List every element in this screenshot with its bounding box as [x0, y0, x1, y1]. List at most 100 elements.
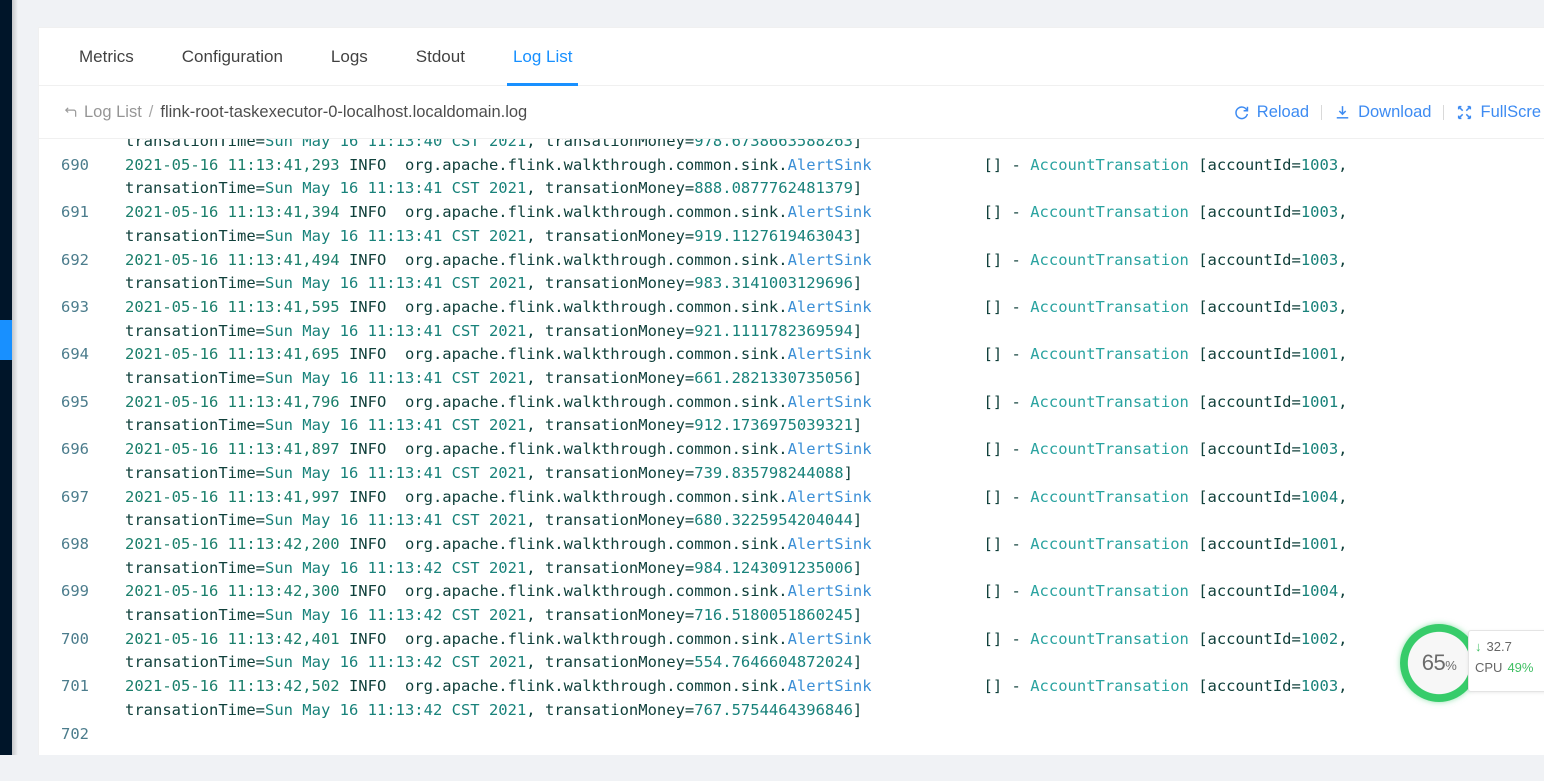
log-level: INFO	[349, 251, 405, 269]
refresh-icon	[1233, 104, 1250, 121]
transaction-time-value: Sun May 16 11:13:42 CST 2021	[265, 701, 526, 719]
transaction-money-value: 739.835798244088	[694, 464, 843, 482]
log-account-id-label: [accountId=	[1189, 345, 1301, 363]
log-entity-name: AccountTransation	[1030, 203, 1189, 221]
tab-bar: Metrics Configuration Logs Stdout Log Li…	[39, 28, 1544, 86]
transaction-money-value: 680.3225954204044	[694, 511, 853, 529]
log-line: 6992021-05-16 11:13:42,300 INFO org.apac…	[39, 580, 1544, 604]
log-account-id-label: [accountId=	[1189, 251, 1301, 269]
breadcrumb-parent-label: Log List	[84, 103, 142, 122]
log-line: 6932021-05-16 11:13:41,595 INFO org.apac…	[39, 296, 1544, 320]
log-line-continuation: transationTime=Sun May 16 11:13:42 CST 2…	[39, 604, 1544, 628]
line-number: 691	[39, 201, 97, 225]
transaction-close-bracket: ]	[853, 559, 862, 577]
transaction-close-bracket: ]	[853, 511, 862, 529]
breadcrumb-back-link[interactable]: Log List	[63, 103, 142, 122]
log-logger-package: org.apache.flink.walkthrough.common.sink…	[405, 298, 788, 316]
transaction-money-label: , transationMoney=	[526, 139, 694, 150]
log-line: 6972021-05-16 11:13:41,997 INFO org.apac…	[39, 486, 1544, 510]
log-entity-name: AccountTransation	[1030, 630, 1189, 648]
page-bottom-strip	[0, 755, 1544, 781]
log-level: INFO	[349, 440, 405, 458]
log-thread-marker: [] -	[872, 488, 1031, 506]
tab-log-list[interactable]: Log List	[497, 28, 589, 85]
log-thread-marker: [] -	[872, 203, 1031, 221]
log-thread-marker: [] -	[872, 298, 1031, 316]
transaction-close-bracket: ]	[844, 464, 853, 482]
tab-metrics[interactable]: Metrics	[63, 28, 150, 85]
log-account-id-label: [accountId=	[1189, 582, 1301, 600]
transaction-money-value: 921.1111782369594	[694, 322, 853, 340]
transaction-money-value: 978.6738663588263	[694, 139, 853, 150]
transaction-money-label: , transationMoney=	[526, 653, 694, 671]
log-trailing-comma: ,	[1338, 393, 1347, 411]
transaction-money-value: 919.1127619463043	[694, 227, 853, 245]
log-entity-name: AccountTransation	[1030, 535, 1189, 553]
download-button[interactable]: Download	[1322, 103, 1443, 122]
transaction-close-bracket: ]	[853, 369, 862, 387]
log-logger-class: AlertSink	[788, 393, 872, 411]
tab-log-list-label: Log List	[513, 47, 573, 67]
log-timestamp: 2021-05-16 11:13:42,300	[125, 582, 349, 600]
log-content-area[interactable]: transationTime=Sun May 16 11:13:40 CST 2…	[39, 139, 1544, 755]
log-line-continuation: transationTime=Sun May 16 11:13:42 CST 2…	[39, 699, 1544, 723]
log-trailing-comma: ,	[1338, 345, 1347, 363]
log-line: 6952021-05-16 11:13:41,796 INFO org.apac…	[39, 391, 1544, 415]
tab-stdout[interactable]: Stdout	[400, 28, 481, 85]
transaction-time-value: Sun May 16 11:13:42 CST 2021	[265, 653, 526, 671]
log-line-content: 2021-05-16 11:13:41,796 INFO org.apache.…	[97, 391, 1544, 415]
log-logger-class: AlertSink	[788, 251, 872, 269]
log-entity-name: AccountTransation	[1030, 488, 1189, 506]
log-logger-class: AlertSink	[788, 488, 872, 506]
line-number: 698	[39, 533, 97, 557]
log-trailing-comma: ,	[1338, 203, 1347, 221]
log-account-id-label: [accountId=	[1189, 630, 1301, 648]
log-line-content: 2021-05-16 11:13:41,293 INFO org.apache.…	[97, 154, 1544, 178]
tab-logs[interactable]: Logs	[315, 28, 384, 85]
transaction-money-value: 554.7646604872024	[694, 653, 853, 671]
transaction-time-value: Sun May 16 11:13:42 CST 2021	[265, 606, 526, 624]
log-account-id-value: 1003	[1301, 298, 1338, 316]
log-line-content: 2021-05-16 11:13:41,494 INFO org.apache.…	[97, 249, 1544, 273]
log-account-id-label: [accountId=	[1189, 393, 1301, 411]
log-trailing-comma: ,	[1338, 582, 1347, 600]
log-thread-marker: [] -	[872, 345, 1031, 363]
log-line-content: 2021-05-16 11:13:42,401 INFO org.apache.…	[97, 628, 1544, 652]
log-trailing-comma: ,	[1338, 156, 1347, 174]
line-number: 690	[39, 154, 97, 178]
log-trailing-comma: ,	[1338, 677, 1347, 695]
log-level: INFO	[349, 203, 405, 221]
log-thread-marker: [] -	[872, 630, 1031, 648]
log-line: 7002021-05-16 11:13:42,401 INFO org.apac…	[39, 628, 1544, 652]
log-level: INFO	[349, 677, 405, 695]
line-number: 692	[39, 249, 97, 273]
log-account-id-value: 1003	[1301, 251, 1338, 269]
app-navigation-rail[interactable]	[0, 0, 12, 781]
transaction-time-value: Sun May 16 11:13:41 CST 2021	[265, 464, 526, 482]
log-timestamp: 2021-05-16 11:13:41,796	[125, 393, 349, 411]
tab-configuration[interactable]: Configuration	[166, 28, 299, 85]
log-continuation-content: transationTime=Sun May 16 11:13:40 CST 2…	[97, 139, 1544, 154]
log-logger-package: org.apache.flink.walkthrough.common.sink…	[405, 156, 788, 174]
log-continuation-content: transationTime=Sun May 16 11:13:41 CST 2…	[97, 462, 1544, 486]
log-entity-name: AccountTransation	[1030, 582, 1189, 600]
fullscreen-button[interactable]: FullScre	[1444, 103, 1544, 122]
log-account-id-value: 1003	[1301, 203, 1338, 221]
log-logger-package: org.apache.flink.walkthrough.common.sink…	[405, 630, 788, 648]
reload-button[interactable]: Reload	[1221, 103, 1321, 122]
transaction-money-value: 984.1243091235006	[694, 559, 853, 577]
line-number: 697	[39, 486, 97, 510]
log-line: 6962021-05-16 11:13:41,897 INFO org.apac…	[39, 438, 1544, 462]
log-logger-class: AlertSink	[788, 156, 872, 174]
transaction-money-label: , transationMoney=	[526, 606, 694, 624]
log-account-id-value: 1001	[1301, 393, 1338, 411]
nav-item-active[interactable]	[0, 320, 12, 360]
log-logger-class: AlertSink	[788, 535, 872, 553]
log-entity-name: AccountTransation	[1030, 345, 1189, 363]
log-line-content: 2021-05-16 11:13:41,897 INFO org.apache.…	[97, 438, 1544, 462]
log-account-id-label: [accountId=	[1189, 488, 1301, 506]
transaction-close-bracket: ]	[853, 606, 862, 624]
log-continuation-content: transationTime=Sun May 16 11:13:42 CST 2…	[97, 699, 1544, 723]
log-account-id-value: 1001	[1301, 535, 1338, 553]
log-line: 6982021-05-16 11:13:42,200 INFO org.apac…	[39, 533, 1544, 557]
